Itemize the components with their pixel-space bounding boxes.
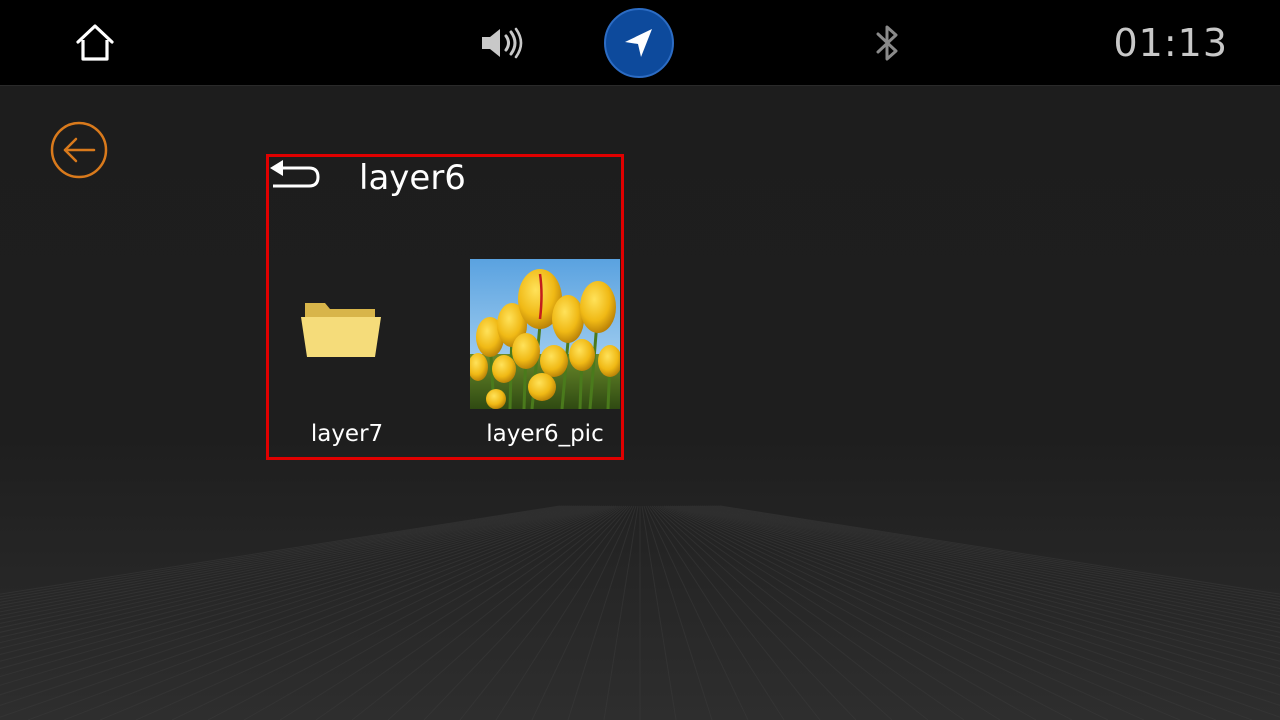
navigation-arrow-icon (625, 29, 652, 57)
file-browser-screen: 01:13 layer6 layer7 layer6_pic (0, 0, 1280, 720)
file-item-label: layer6_pic (486, 421, 604, 447)
file-item-image[interactable]: layer6_pic (469, 259, 621, 455)
navigation-button[interactable] (604, 8, 674, 78)
folder-up-button[interactable] (269, 159, 325, 199)
file-item-label: layer7 (310, 421, 384, 447)
status-bar: 01:13 (0, 0, 1280, 86)
clock: 01:13 (1113, 21, 1228, 65)
current-folder-title: layer6 (359, 158, 466, 198)
file-browser-panel: layer6 layer7 layer6_pic (266, 154, 624, 460)
home-icon[interactable] (70, 18, 120, 68)
return-arrow-icon (270, 160, 320, 188)
folder-icon (301, 303, 381, 357)
file-item-folder[interactable]: layer7 (269, 259, 429, 455)
tulips-thumbnail (470, 259, 620, 409)
floor-background (0, 86, 1280, 720)
back-button[interactable] (50, 121, 108, 179)
bluetooth-icon[interactable] (866, 18, 910, 68)
volume-icon[interactable] (474, 20, 530, 66)
back-arrow-icon (50, 121, 108, 179)
